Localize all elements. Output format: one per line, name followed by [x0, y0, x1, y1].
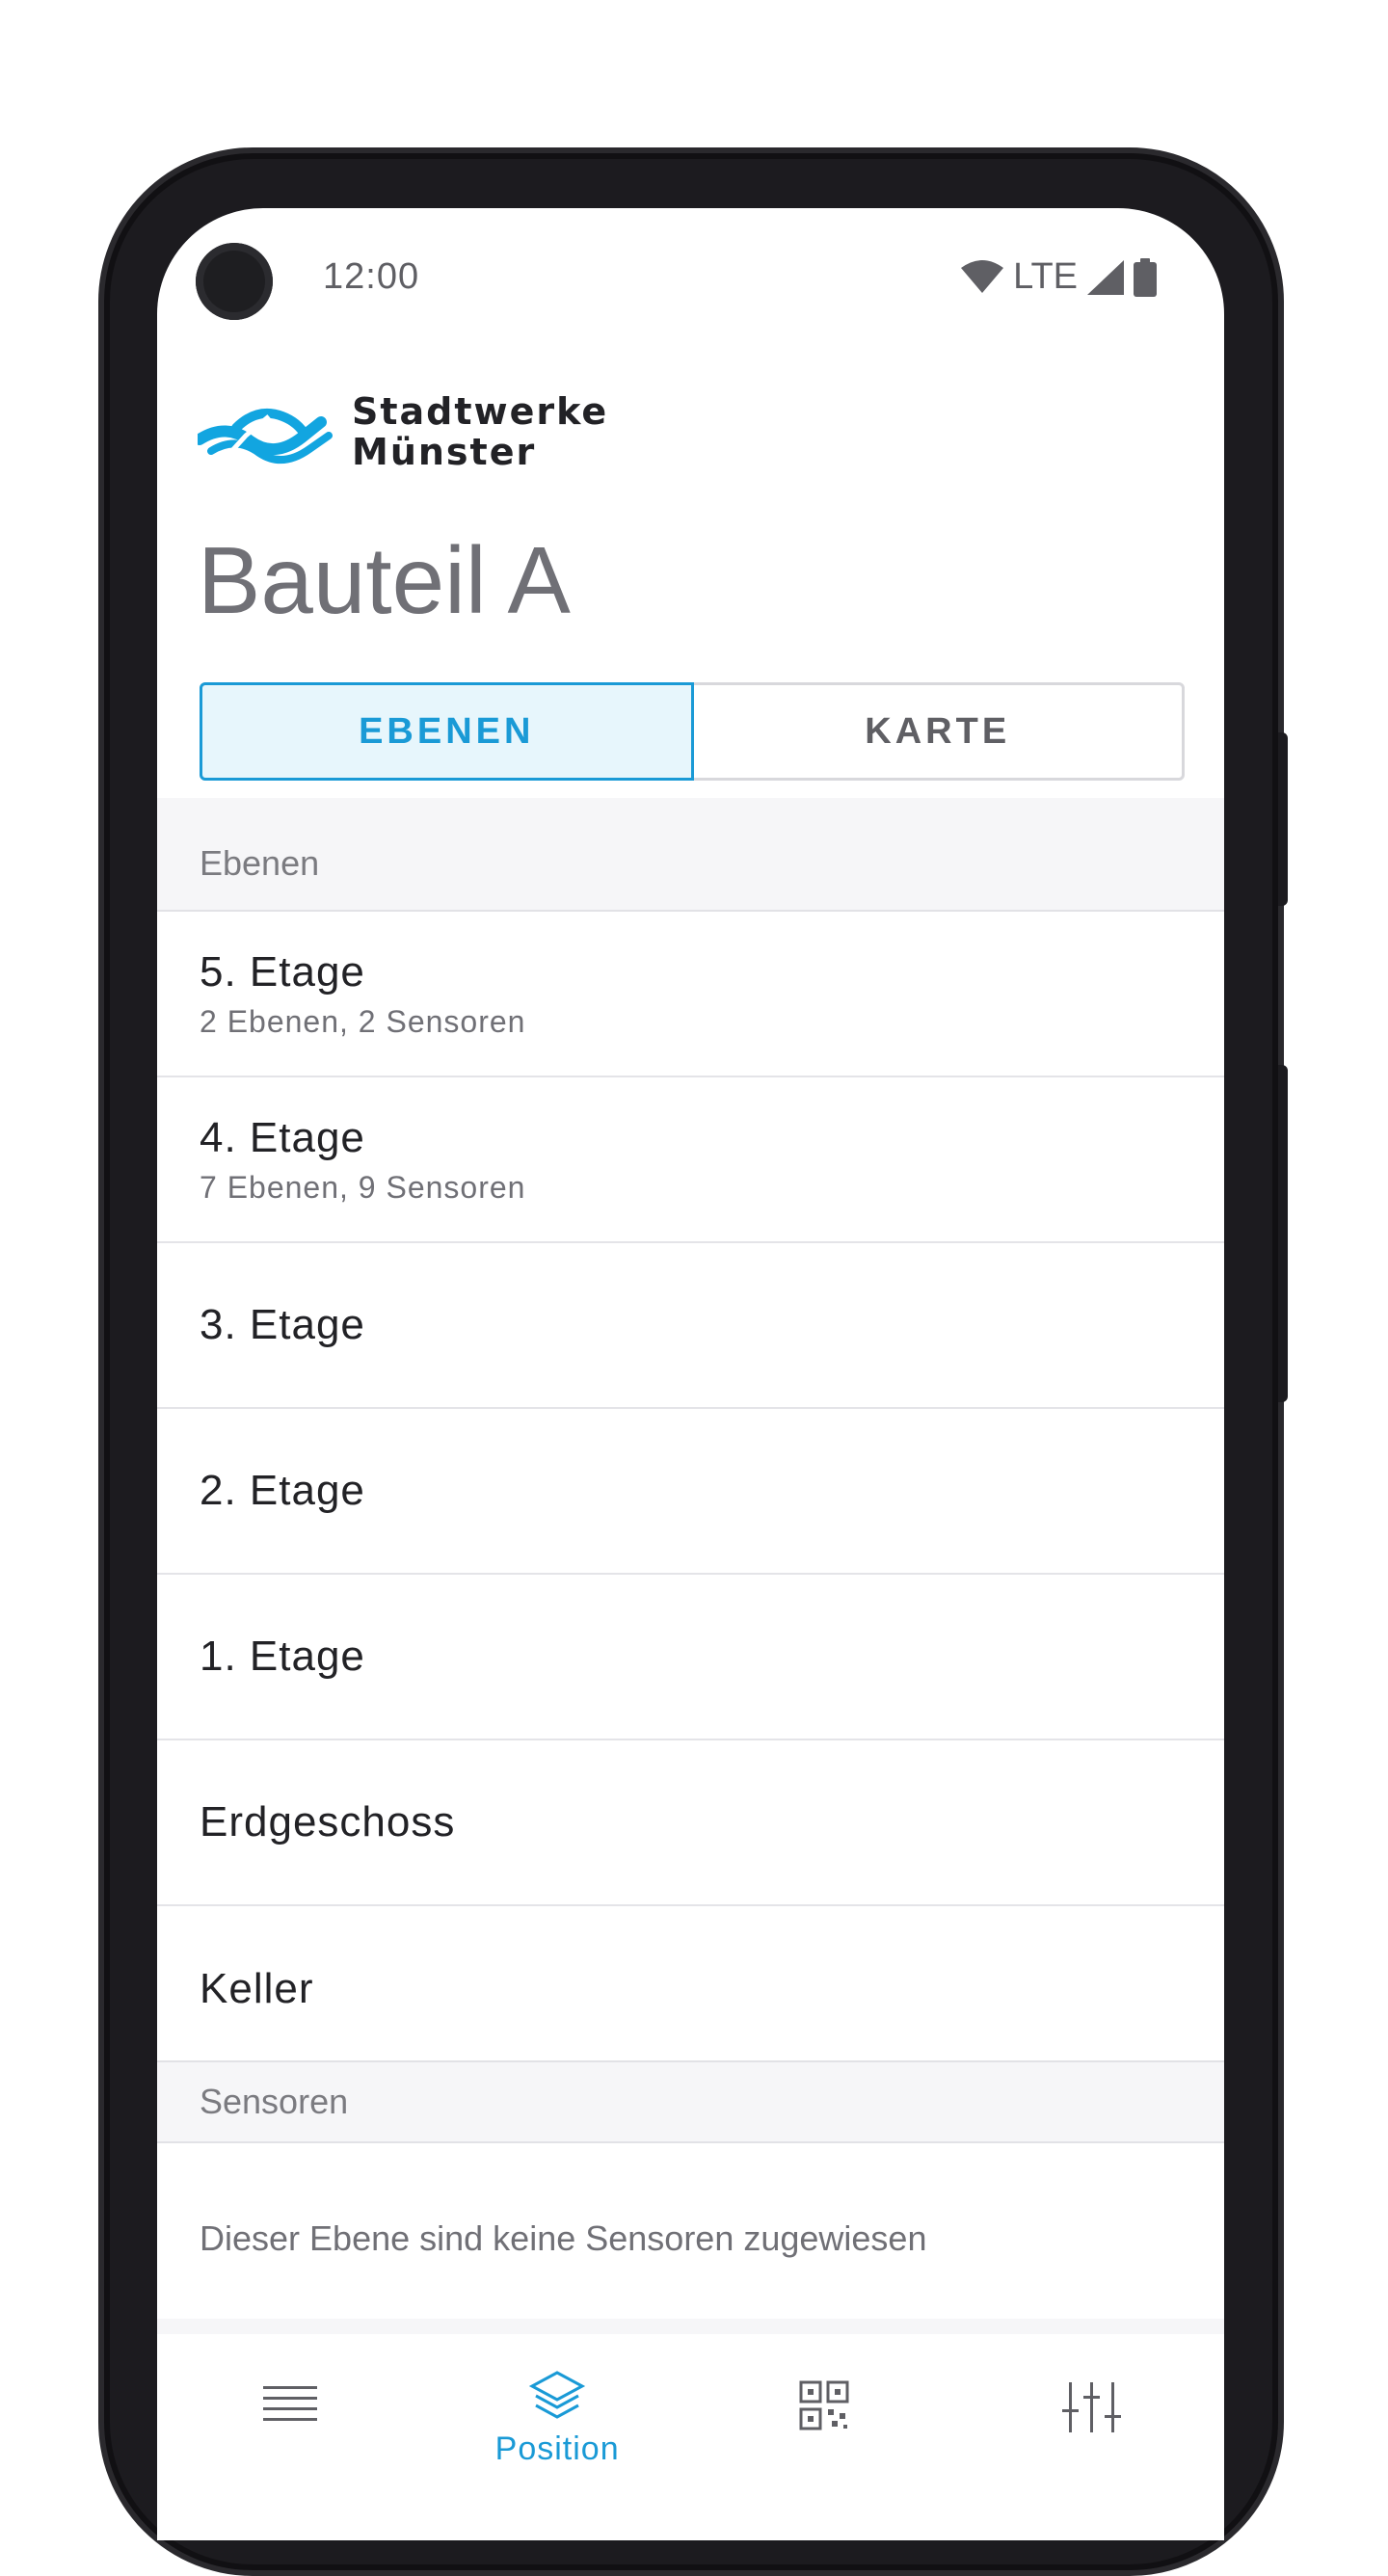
menu-icon: [263, 2386, 318, 2421]
stadtwerke-logo-icon: [198, 409, 333, 464]
floor-list: 5. Etage 2 Ebenen, 2 Sensoren 4. Etage 7…: [157, 912, 1224, 2072]
brand-line-1: Stadtwerke: [352, 390, 609, 433]
status-time: 12:00: [323, 256, 420, 297]
brand-line-2: Münster: [352, 431, 537, 473]
list-item-4-etage[interactable]: 4. Etage 7 Ebenen, 9 Sensoren: [157, 1077, 1224, 1243]
bottom-nav-divider: [157, 2319, 1224, 2334]
list-item-subtitle: 7 Ebenen, 9 Sensoren: [200, 1169, 526, 1205]
signal-icon: [1087, 259, 1124, 295]
tab-ebenen[interactable]: EBENEN: [200, 682, 694, 781]
list-item-title: Keller: [200, 1965, 314, 2012]
list-item-3-etage[interactable]: 3. Etage: [157, 1243, 1224, 1409]
list-item-5-etage[interactable]: 5. Etage 2 Ebenen, 2 Sensoren: [157, 912, 1224, 1077]
app-screen: 12:00 LTE Stadtwerke Münster Bauteil A E…: [157, 208, 1224, 2540]
view-toggle: EBENEN KARTE: [200, 682, 1185, 781]
brand-logo: Stadtwerke Münster: [198, 391, 608, 472]
page-title: Bauteil A: [198, 527, 571, 633]
list-item-title: 1. Etage: [200, 1633, 365, 1680]
status-icons: LTE: [961, 256, 1157, 298]
power-button: [1278, 1065, 1288, 1402]
wifi-icon: [961, 259, 1004, 293]
list-item-1-etage[interactable]: 1. Etage: [157, 1575, 1224, 1740]
nav-settings[interactable]: [957, 2334, 1224, 2540]
list-item-title: 5. Etage: [200, 947, 365, 996]
battery-icon: [1134, 257, 1157, 297]
camera-cutout: [196, 243, 273, 320]
nav-position[interactable]: Position: [424, 2334, 691, 2540]
sliders-icon: [1061, 2382, 1121, 2432]
list-item-keller[interactable]: Keller: [157, 1906, 1224, 2072]
list-item-subtitle: 2 Ebenen, 2 Sensoren: [200, 1003, 526, 1039]
tab-karte[interactable]: KARTE: [694, 685, 1183, 778]
list-item-2-etage[interactable]: 2. Etage: [157, 1409, 1224, 1575]
nav-position-label: Position: [494, 2430, 620, 2467]
status-bar: 12:00 LTE: [157, 208, 1224, 343]
section-header-sensoren: Sensoren: [157, 2060, 1224, 2143]
list-item-title: Erdgeschoss: [200, 1798, 456, 1846]
list-item-title: 4. Etage: [200, 1113, 365, 1161]
section-header-ebenen: Ebenen: [157, 798, 1224, 912]
nav-qr-scan[interactable]: [691, 2334, 958, 2540]
network-label: LTE: [1013, 256, 1078, 297]
volume-button: [1278, 732, 1288, 906]
qr-code-icon: [799, 2380, 849, 2430]
list-item-title: 3. Etage: [200, 1301, 365, 1348]
sensors-empty-message: Dieser Ebene sind keine Sensoren zugewie…: [200, 2218, 927, 2258]
nav-menu[interactable]: [157, 2334, 424, 2540]
list-item-erdgeschoss[interactable]: Erdgeschoss: [157, 1740, 1224, 1906]
bottom-navigation: Position: [157, 2334, 1224, 2540]
list-item-title: 2. Etage: [200, 1467, 365, 1514]
layers-icon: [528, 2371, 586, 2419]
brand-name: Stadtwerke Münster: [352, 391, 608, 472]
